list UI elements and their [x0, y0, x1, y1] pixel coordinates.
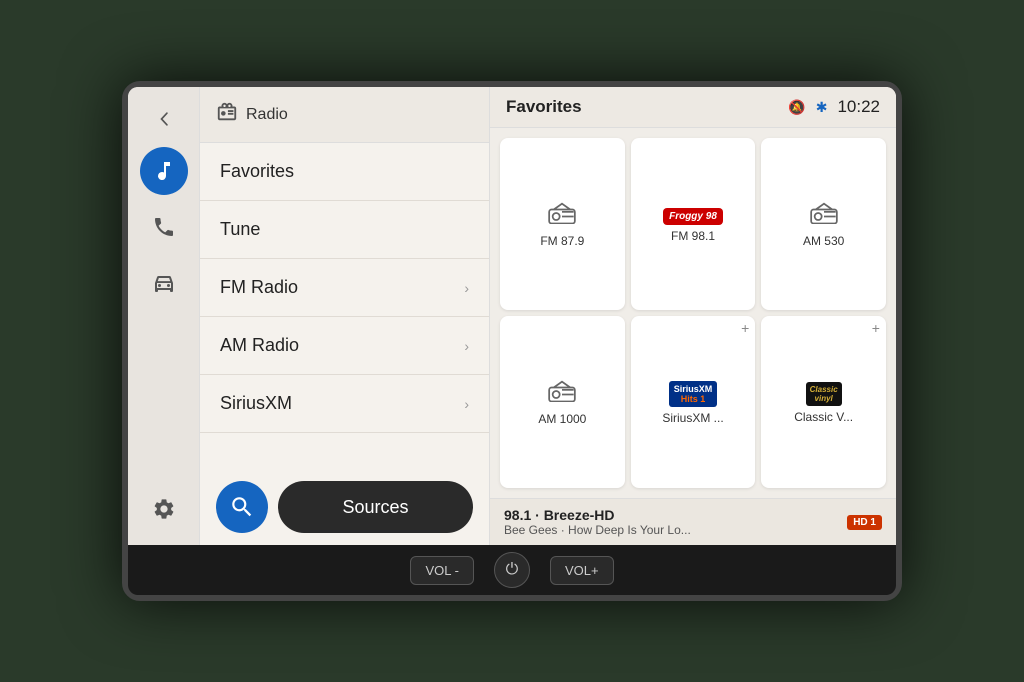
sidebar-music-icon[interactable] [140, 147, 188, 195]
radio-icon-fm879 [548, 202, 576, 230]
menu-item-favorites-label: Favorites [220, 161, 294, 182]
power-button[interactable]: ⏻ [494, 552, 530, 588]
back-button[interactable] [144, 99, 184, 139]
content-panel: Favorites 🔕 ✱ 10:22 [490, 87, 896, 545]
now-playing-info: 98.1 · Breeze-HD Bee Gees · How Deep Is … [504, 507, 847, 537]
am-radio-chevron: › [464, 338, 469, 354]
fm-radio-chevron: › [464, 280, 469, 296]
fav-card-am530-label: AM 530 [803, 234, 844, 248]
time-display: 10:22 [837, 97, 880, 117]
radio-icon-am1000 [548, 380, 576, 408]
classicvinyl-logo-text: Classicvinyl [806, 382, 842, 406]
physical-controls: VOL - ⏻ VOL+ [128, 545, 896, 595]
menu-item-favorites[interactable]: Favorites [200, 143, 489, 201]
menu-item-siriusxm[interactable]: SiriusXM › [200, 375, 489, 433]
menu-item-siriusxm-label: SiriusXM [220, 393, 292, 414]
fav-card-am1000-label: AM 1000 [538, 412, 586, 426]
menu-header: Radio [200, 87, 489, 143]
menu-item-tune[interactable]: Tune [200, 201, 489, 259]
menu-item-am-radio[interactable]: AM Radio › [200, 317, 489, 375]
now-playing-badge: HD 1 [847, 515, 882, 530]
content-title: Favorites [506, 97, 582, 117]
now-playing-station: 98.1 · Breeze-HD [504, 507, 847, 523]
screen: Radio Favorites Tune FM Radio › AM Radio… [128, 87, 896, 545]
menu-header-title: Radio [246, 106, 288, 124]
fav-card-fm981[interactable]: Froggy 98 FM 98.1 [631, 138, 756, 310]
vol-minus-button[interactable]: VOL - [410, 556, 473, 585]
sirius-logo-text: SiriusXMHits 1 [669, 381, 718, 407]
fav-card-siriusxm[interactable]: + SiriusXMHits 1 SiriusXM ... [631, 316, 756, 488]
power-icon: ⏻ [506, 561, 519, 579]
menu-item-am-radio-label: AM Radio [220, 335, 299, 356]
header-right: 🔕 ✱ 10:22 [788, 97, 880, 117]
bluetooth-icon: ✱ [816, 99, 828, 116]
sources-label: Sources [342, 497, 408, 518]
search-button[interactable] [216, 481, 268, 533]
sources-button[interactable]: Sources [278, 481, 473, 533]
fm981-logo-text: Froggy 98 [663, 208, 723, 225]
fav-card-fm879[interactable]: FM 87.9 [500, 138, 625, 310]
fav-card-fm879-label: FM 87.9 [540, 234, 584, 248]
sidebar [128, 87, 200, 545]
menu-bottom: Sources [200, 469, 489, 545]
sidebar-settings-icon[interactable] [140, 485, 188, 533]
fav-card-classicvinyl-label: Classic V... [794, 410, 853, 424]
car-frame: Radio Favorites Tune FM Radio › AM Radio… [122, 81, 902, 601]
fav-card-fm981-label: FM 98.1 [671, 229, 715, 243]
content-header: Favorites 🔕 ✱ 10:22 [490, 87, 896, 128]
siriusxm-chevron: › [464, 396, 469, 412]
radio-header-icon [216, 101, 238, 128]
menu-panel: Radio Favorites Tune FM Radio › AM Radio… [200, 87, 490, 545]
siriusxm-add-icon: + [741, 320, 749, 336]
fav-card-am530[interactable]: AM 530 [761, 138, 886, 310]
menu-item-fm-radio[interactable]: FM Radio › [200, 259, 489, 317]
fav-card-am1000[interactable]: AM 1000 [500, 316, 625, 488]
fav-card-siriusxm-label: SiriusXM ... [662, 411, 723, 425]
sidebar-car-icon[interactable] [140, 259, 188, 307]
fav-card-classicvinyl[interactable]: + Classicvinyl Classic V... [761, 316, 886, 488]
fav-card-fm981-logo: Froggy 98 [663, 208, 723, 225]
mute-icon: 🔕 [788, 99, 805, 116]
fav-card-classicvinyl-logo: Classicvinyl [806, 382, 842, 406]
vol-plus-button[interactable]: VOL+ [550, 556, 614, 585]
classicvinyl-add-icon: + [872, 320, 880, 336]
radio-icon-am530 [810, 202, 838, 230]
sidebar-phone-icon[interactable] [140, 203, 188, 251]
menu-item-fm-radio-label: FM Radio [220, 277, 298, 298]
favorites-grid: FM 87.9 Froggy 98 FM 98.1 [490, 128, 896, 498]
fav-card-siriusxm-logo: SiriusXMHits 1 [669, 381, 718, 407]
menu-items: Favorites Tune FM Radio › AM Radio › Sir… [200, 143, 489, 469]
now-playing-bar[interactable]: 98.1 · Breeze-HD Bee Gees · How Deep Is … [490, 498, 896, 545]
menu-item-tune-label: Tune [220, 219, 260, 240]
now-playing-song: Bee Gees · How Deep Is Your Lo... [504, 523, 847, 537]
